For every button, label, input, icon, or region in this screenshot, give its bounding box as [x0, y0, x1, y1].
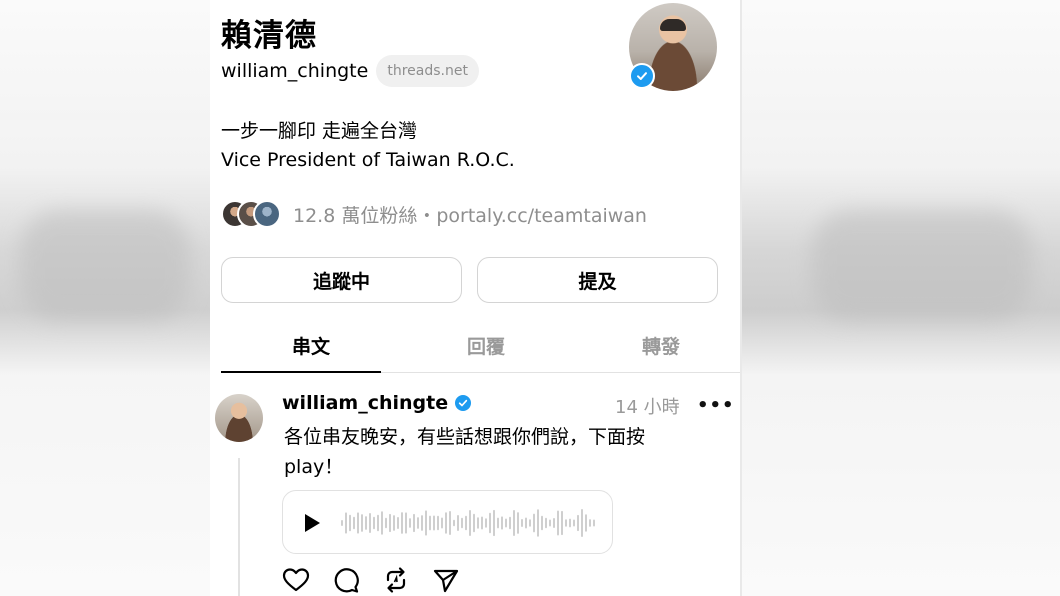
panel-edge	[740, 0, 742, 596]
more-icon[interactable]: •••	[697, 395, 735, 416]
heart-icon[interactable]	[282, 566, 310, 594]
threads-profile-panel: 賴清德 william_chingte threads.net 一步一腳印 走遍…	[210, 0, 740, 596]
profile-avatar[interactable]	[629, 3, 717, 91]
avatar-hair	[660, 19, 686, 31]
following-button[interactable]: 追蹤中	[221, 257, 462, 303]
active-tab-underline	[221, 371, 381, 373]
profile-username: william_chingte	[221, 60, 369, 82]
domain-badge[interactable]: threads.net	[376, 55, 479, 87]
tab-threads[interactable]: 串文	[231, 332, 391, 359]
post-author[interactable]: william_chingte	[282, 392, 472, 414]
blurred-background-right	[742, 0, 1060, 596]
profile-handle-row: william_chingte threads.net	[221, 55, 479, 87]
tab-reposts[interactable]: 轉發	[581, 332, 740, 359]
bio-line-1: 一步一腳印 走遍全台灣	[221, 120, 418, 142]
post-username[interactable]: william_chingte	[282, 392, 448, 414]
follower-avatar	[253, 200, 281, 228]
post-avatar[interactable]	[215, 394, 263, 442]
post-actions	[282, 566, 482, 594]
waveform-icon[interactable]	[341, 505, 599, 541]
followers-row[interactable]: 12.8 萬位粉絲・portaly.cc/teamtaiwan	[221, 200, 647, 228]
followers-and-link[interactable]: 12.8 萬位粉絲・portaly.cc/teamtaiwan	[293, 201, 647, 228]
post-text: 各位串友晚安，有些話想跟你們說，下面按play！	[284, 426, 646, 478]
comment-icon[interactable]	[332, 566, 360, 594]
post-timestamp: 14 小時	[615, 397, 680, 418]
verified-badge-icon	[455, 395, 472, 411]
blurred-background-left	[0, 0, 210, 596]
bio-line-2: Vice President of Taiwan R.O.C.	[221, 149, 515, 171]
repost-icon[interactable]	[382, 566, 410, 594]
verified-badge-icon	[629, 63, 655, 89]
audio-player[interactable]	[282, 490, 613, 554]
share-icon[interactable]	[432, 566, 460, 594]
play-icon[interactable]	[305, 514, 320, 532]
profile-display-name: 賴清德	[221, 18, 317, 54]
thread-line	[238, 458, 240, 596]
mention-button[interactable]: 提及	[477, 257, 718, 303]
profile-tabs: 串文 回覆 轉發	[221, 330, 740, 373]
tab-replies[interactable]: 回覆	[406, 332, 566, 359]
